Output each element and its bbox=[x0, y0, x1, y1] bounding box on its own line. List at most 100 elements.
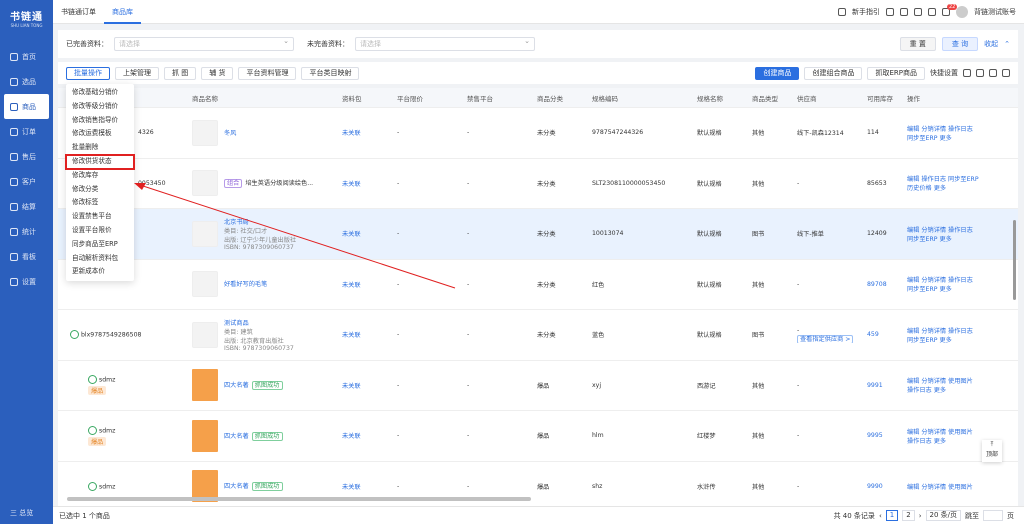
collapse-filter-link[interactable]: 收起 bbox=[984, 39, 998, 49]
menu-item[interactable]: 同步商品至ERP bbox=[66, 238, 134, 252]
nav-aftersale[interactable]: 售后 bbox=[0, 144, 53, 169]
create-combo-button[interactable]: 创建组合商品 bbox=[804, 66, 863, 80]
platform-map-button[interactable]: 平台类目映射 bbox=[301, 66, 360, 80]
bell-icon[interactable]: 22 bbox=[942, 4, 958, 16]
goods-table: 商品名称 资料包 平台限价 禁售平台 商品分类 规格编码 规格名称 商品类型 供… bbox=[58, 88, 1018, 506]
nav-goods[interactable]: 商品 bbox=[4, 94, 49, 119]
menu-item[interactable]: 修改库存 bbox=[66, 169, 134, 183]
upload-icon[interactable] bbox=[886, 8, 894, 16]
menu-item[interactable]: 修改销售指导价 bbox=[66, 114, 134, 128]
incomplete-label: 未完善资料： bbox=[307, 40, 349, 48]
nav-stats[interactable]: 统计 bbox=[0, 219, 53, 244]
logo-subtext: SHU LIAN TONG bbox=[10, 23, 43, 28]
complete-select[interactable]: 请选择 bbox=[114, 35, 294, 51]
home-icon bbox=[10, 52, 18, 61]
customer-icon bbox=[10, 177, 18, 186]
store-icon bbox=[88, 375, 97, 385]
menu-item[interactable]: 更新成本价 bbox=[66, 265, 134, 279]
table-row[interactable]: 好看好写的毛笔 未关联 - - 未分类 红色 默认规格 其他 - 89708 编… bbox=[58, 260, 1018, 310]
back-to-top-button[interactable]: ⤒ 顶部 bbox=[982, 440, 1002, 462]
vertical-scrollbar[interactable] bbox=[1013, 220, 1016, 300]
col-stock: 可用库存 bbox=[867, 94, 893, 103]
col-spec: 规格名称 bbox=[697, 94, 723, 103]
incomplete-select[interactable]: 请选择 bbox=[355, 35, 535, 51]
shelf-button[interactable]: 上架管理 bbox=[115, 66, 159, 80]
menu-item-supply-status[interactable]: 修改供货状态 bbox=[65, 153, 135, 170]
nav-orders[interactable]: 订单 bbox=[0, 119, 53, 144]
headset-icon[interactable] bbox=[914, 8, 922, 16]
batch-ops-button[interactable]: 批量操作 bbox=[66, 66, 110, 80]
page-2[interactable]: 2 bbox=[902, 510, 915, 521]
heart-icon[interactable] bbox=[900, 8, 908, 16]
table-header: 商品名称 资料包 平台限价 禁售平台 商品分类 规格编码 规格名称 商品类型 供… bbox=[58, 88, 1018, 108]
topbar: 书链通订单 商品库 新手指引 22 背链测试账号 bbox=[53, 0, 1024, 24]
tab-goods[interactable]: 商品库 bbox=[104, 0, 141, 24]
quick-settings[interactable]: 快捷设置 bbox=[930, 68, 958, 78]
edit-icon[interactable] bbox=[1002, 69, 1010, 77]
stats-icon bbox=[10, 227, 18, 236]
tab-orders[interactable]: 书链通订单 bbox=[53, 0, 104, 24]
nav-board[interactable]: 看板 bbox=[0, 244, 53, 269]
page-size-select[interactable]: 20 条/页 bbox=[925, 510, 961, 521]
horizontal-scrollbar[interactable] bbox=[67, 497, 531, 501]
pagination: 共 40 条记录 ‹ 1 2 › 20 条/页 跳至 页 bbox=[833, 510, 1014, 521]
nav-home[interactable]: 首页 bbox=[0, 44, 53, 69]
nav-select[interactable]: 选品 bbox=[0, 69, 53, 94]
table-row[interactable]: sdmz 爆品 四大名著 抓图成功 未关联 - - 爆品 hlm 红楼梦 其他 - … bbox=[58, 411, 1018, 462]
table-row[interactable]: sdmz 爆品 四大名著 抓图成功 未关联 - - 爆品 xyj 西游记 其他 - … bbox=[58, 361, 1018, 411]
product-thumb bbox=[192, 119, 218, 146]
aftersale-icon bbox=[10, 152, 18, 161]
batch-ops-menu: 修改基础分销价 修改等级分销价 修改销售指导价 修改运费模板 批量删除 修改供货… bbox=[65, 84, 135, 282]
avatar[interactable] bbox=[956, 6, 968, 18]
nav-settings[interactable]: 设置 bbox=[0, 269, 53, 294]
nav-customer[interactable]: 客户 bbox=[0, 169, 53, 194]
export-icon[interactable] bbox=[989, 69, 997, 77]
selected-count: 已选中 1 个商品 bbox=[59, 511, 110, 520]
menu-item[interactable]: 设置平台限价 bbox=[66, 224, 134, 238]
table-row[interactable]: 北京书局 类目: 社交/口才 出版: 辽宁少年儿童出版社 ISBN: 97873090… bbox=[58, 209, 1018, 260]
footer: 已选中 1 个商品 共 40 条记录 ‹ 1 2 › 20 条/页 跳至 页 bbox=[53, 506, 1024, 524]
erp-grab-button[interactable]: 抓取ERP商品 bbox=[867, 66, 925, 80]
table-row[interactable]: 0053450 组合 培生英语分级阅读绘色... 未关联 - - 未分类 SLT2… bbox=[58, 159, 1018, 209]
menu-item[interactable]: 批量删除 bbox=[66, 141, 134, 155]
query-button[interactable]: 查 询 bbox=[941, 37, 979, 51]
logo: 书链通 SHU LIAN TONG bbox=[0, 0, 53, 36]
menu-item[interactable]: 修改基础分销价 bbox=[66, 86, 134, 100]
next-page-icon[interactable]: › bbox=[919, 512, 922, 520]
grab-image-button[interactable]: 抓 图 bbox=[164, 66, 197, 80]
store-icon bbox=[88, 425, 97, 435]
menu-item[interactable]: 修改运费模板 bbox=[66, 127, 134, 141]
create-goods-button[interactable]: 创建商品 bbox=[755, 66, 800, 80]
guide-link[interactable]: 新手指引 bbox=[852, 7, 880, 17]
refresh-icon[interactable] bbox=[963, 69, 971, 77]
store-icon bbox=[70, 330, 79, 340]
platform-data-button[interactable]: 平台资料管理 bbox=[238, 66, 297, 80]
clipboard-icon[interactable] bbox=[928, 8, 936, 16]
gear-icon[interactable] bbox=[976, 69, 984, 77]
menu-item[interactable]: 自动解析资料包 bbox=[66, 252, 134, 266]
chevron-up-icon[interactable]: ⌃ bbox=[1004, 40, 1010, 48]
reset-button[interactable]: 重 置 bbox=[899, 37, 936, 51]
table-row[interactable]: blx9787549286508 测试商品 类目: 建筑 出版: 北京教育出版社 IS… bbox=[58, 310, 1018, 361]
sidebar-collapse[interactable]: 三 总览 bbox=[10, 508, 33, 518]
table-row[interactable]: 4326 冬风 未关联 - - 未分类 9787547244326 默认规格 其… bbox=[58, 108, 1018, 159]
user-name[interactable]: 背链测试账号 bbox=[974, 7, 1016, 17]
menu-item[interactable]: 修改标签 bbox=[66, 196, 134, 210]
guide-icon bbox=[838, 8, 846, 16]
goods-icon bbox=[10, 102, 18, 111]
nav-settle[interactable]: 结算 bbox=[0, 194, 53, 219]
combo-tag: 组合 bbox=[224, 179, 243, 189]
topbar-right: 新手指引 22 背链测试账号 bbox=[838, 0, 1016, 24]
col-ban: 禁售平台 bbox=[467, 94, 493, 103]
menu-item[interactable]: 设置禁售平台 bbox=[66, 210, 134, 224]
menu-item[interactable]: 修改分类 bbox=[66, 183, 134, 197]
col-cat: 商品分类 bbox=[537, 94, 563, 103]
prev-page-icon[interactable]: ‹ bbox=[879, 512, 882, 520]
goto-page-input[interactable] bbox=[983, 510, 1003, 521]
product-thumb bbox=[192, 271, 218, 298]
select-icon bbox=[10, 77, 18, 86]
match-button[interactable]: 辅 货 bbox=[201, 66, 234, 80]
menu-item[interactable]: 修改等级分销价 bbox=[66, 100, 134, 114]
filter-bar: 已完善资料： 请选择 未完善资料： 请选择 重 置 查 询 收起 ⌃ bbox=[58, 30, 1018, 58]
page-1[interactable]: 1 bbox=[885, 510, 899, 521]
